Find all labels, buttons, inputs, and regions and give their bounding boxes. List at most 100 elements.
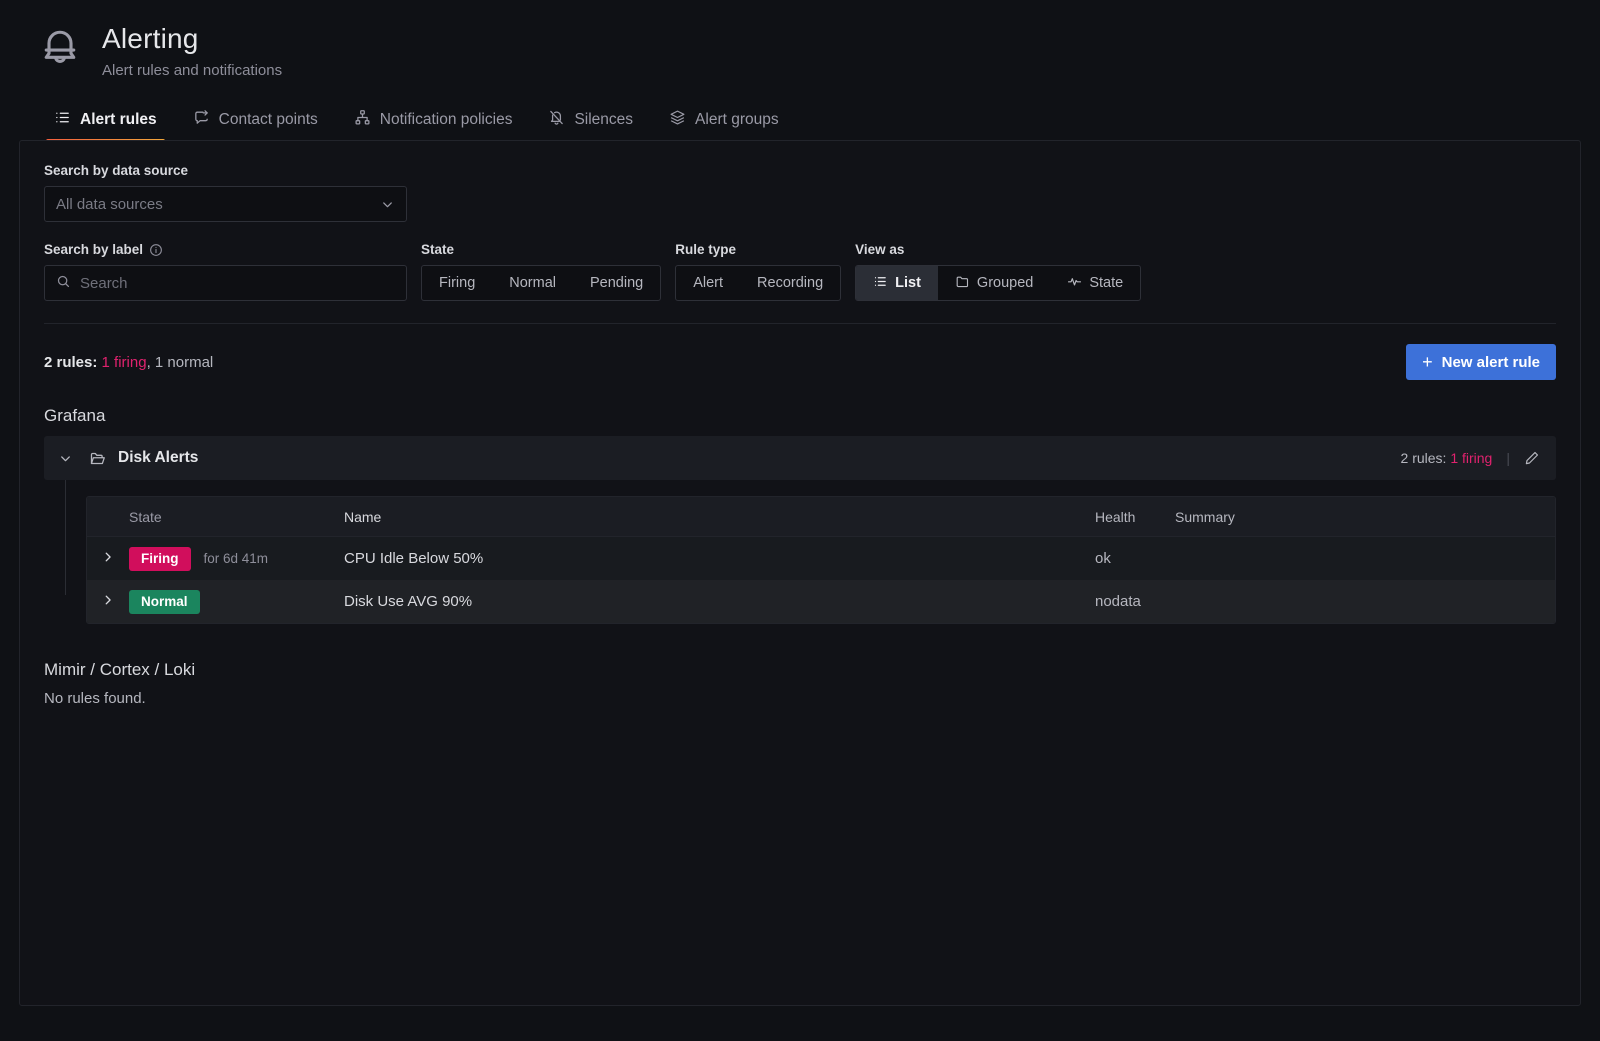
view-as-option-label: State [1089,275,1123,291]
bell-slash-icon [548,109,565,131]
rules-table: State Name Health Summary Firing [86,496,1556,624]
comment-share-icon [193,109,210,131]
state-filter: State Firing Normal Pending [421,242,661,301]
row-rule-name: CPU Idle Below 50% [344,550,1095,567]
label-search-label-text: Search by label [44,242,143,257]
alerting-page: Alerting Alert rules and notifications A… [0,0,1600,1041]
rules-count-prefix: 2 rules: [44,354,97,371]
tab-label: Contact points [219,111,318,129]
column-header-name: Name [344,509,1095,525]
tab-label: Alert groups [695,111,779,129]
row-state-cell: Normal [129,590,344,614]
view-as-option-label: List [895,275,921,291]
tab-label: Silences [574,111,633,129]
tab-contact-points[interactable]: Contact points [179,109,332,143]
data-source-label: Search by data source [44,163,1556,178]
view-as-option-state[interactable]: State [1050,266,1140,300]
new-alert-rule-button[interactable]: + New alert rule [1406,344,1556,380]
info-circle-icon[interactable] [149,243,163,257]
heart-rate-icon [1067,274,1082,293]
filters-divider [44,323,1556,324]
tab-notification-policies[interactable]: Notification policies [340,109,527,143]
tab-alert-groups[interactable]: Alert groups [655,109,793,143]
search-icon [56,274,71,293]
group-header[interactable]: Disk Alerts 2 rules: 1 firing | [44,436,1556,480]
view-as-filter-label: View as [855,242,1141,257]
tab-label: Notification policies [380,111,513,129]
row-expander[interactable] [87,550,129,568]
chevron-down-icon[interactable] [58,451,73,466]
group-divider: | [1506,450,1510,466]
row-state-cell: Firing for 6d 41m [129,547,344,571]
state-option-normal[interactable]: Normal [492,266,573,300]
view-as-filter: View as List Grouped [855,242,1141,301]
rule-type-option-alert[interactable]: Alert [676,266,740,300]
plus-icon: + [1422,353,1433,371]
layer-group-icon [669,109,686,131]
chevron-right-icon [101,593,115,611]
view-as-option-label: Grouped [977,275,1033,291]
data-source-filter: Search by data source All data sources [44,163,1556,222]
row-rule-name: Disk Use AVG 90% [344,593,1095,610]
table-row[interactable]: Normal Disk Use AVG 90% nodata [87,580,1555,623]
tree-guide-line [65,480,66,595]
rule-type-radio-group: Alert Recording [675,265,841,301]
rule-type-filter-label: Rule type [675,242,841,257]
column-header-summary: Summary [1175,509,1555,525]
group-count-firing: 1 firing [1446,450,1492,466]
tab-label: Alert rules [80,111,157,129]
chevron-down-icon [380,197,395,212]
table-row[interactable]: Firing for 6d 41m CPU Idle Below 50% ok [87,537,1555,580]
rule-group-disk-alerts: Disk Alerts 2 rules: 1 firing | [44,436,1556,624]
pencil-icon[interactable] [1524,450,1540,466]
folder-icon [955,274,970,293]
group-count-prefix: 2 rules: [1401,450,1447,466]
rules-summary-row: 2 rules: 1 firing, 1 normal + New alert … [44,344,1556,380]
bell-icon [38,24,82,74]
label-search-label: Search by label [44,242,407,257]
state-option-firing[interactable]: Firing [422,266,492,300]
chevron-right-icon [101,550,115,568]
list-ul-icon [873,274,888,293]
group-rule-count: 2 rules: 1 firing [1401,450,1493,466]
alert-rules-panel: Search by data source All data sources S… [19,140,1581,1006]
no-rules-message: No rules found. [44,690,1556,707]
new-alert-rule-label: New alert rule [1442,354,1540,371]
state-filter-label: State [421,242,661,257]
row-health: nodata [1095,593,1175,610]
tab-silences[interactable]: Silences [534,109,647,143]
view-as-option-grouped[interactable]: Grouped [938,266,1050,300]
group-body: State Name Health Summary Firing [44,480,1556,624]
search-placeholder: Search [80,275,128,292]
namespace-title-grafana: Grafana [44,406,1556,426]
page-title: Alerting [102,22,282,56]
state-option-pending[interactable]: Pending [573,266,660,300]
data-source-value: All data sources [56,196,163,213]
group-meta: 2 rules: 1 firing | [1401,450,1540,466]
rules-count-rest: , 1 normal [147,354,214,371]
view-as-option-list[interactable]: List [856,266,938,300]
label-search-filter: Search by label Search [44,242,407,301]
group-name: Disk Alerts [118,449,198,467]
view-as-radio-group: List Grouped State [855,265,1141,301]
rule-type-filter: Rule type Alert Recording [675,242,841,301]
filters-row: Search by label Search State [44,242,1556,301]
nav-tabs: Alert rules Contact points Notificatio [0,101,1600,143]
rule-type-option-recording[interactable]: Recording [740,266,840,300]
status-badge: Firing [129,547,191,571]
row-duration: for 6d 41m [204,551,269,566]
data-source-select[interactable]: All data sources [44,186,407,222]
rules-count-firing: 1 firing [97,354,146,371]
state-radio-group: Firing Normal Pending [421,265,661,301]
list-icon [54,109,71,131]
tab-alert-rules[interactable]: Alert rules [40,109,171,143]
status-badge: Normal [129,590,200,614]
sitemap-icon [354,109,371,131]
row-expander[interactable] [87,593,129,611]
title-block: Alerting Alert rules and notifications [102,18,282,79]
folder-open-icon [89,450,106,467]
column-header-health: Health [1095,509,1175,525]
rules-table-header: State Name Health Summary [87,497,1555,537]
page-subtitle: Alert rules and notifications [102,62,282,79]
search-input[interactable]: Search [44,265,407,301]
